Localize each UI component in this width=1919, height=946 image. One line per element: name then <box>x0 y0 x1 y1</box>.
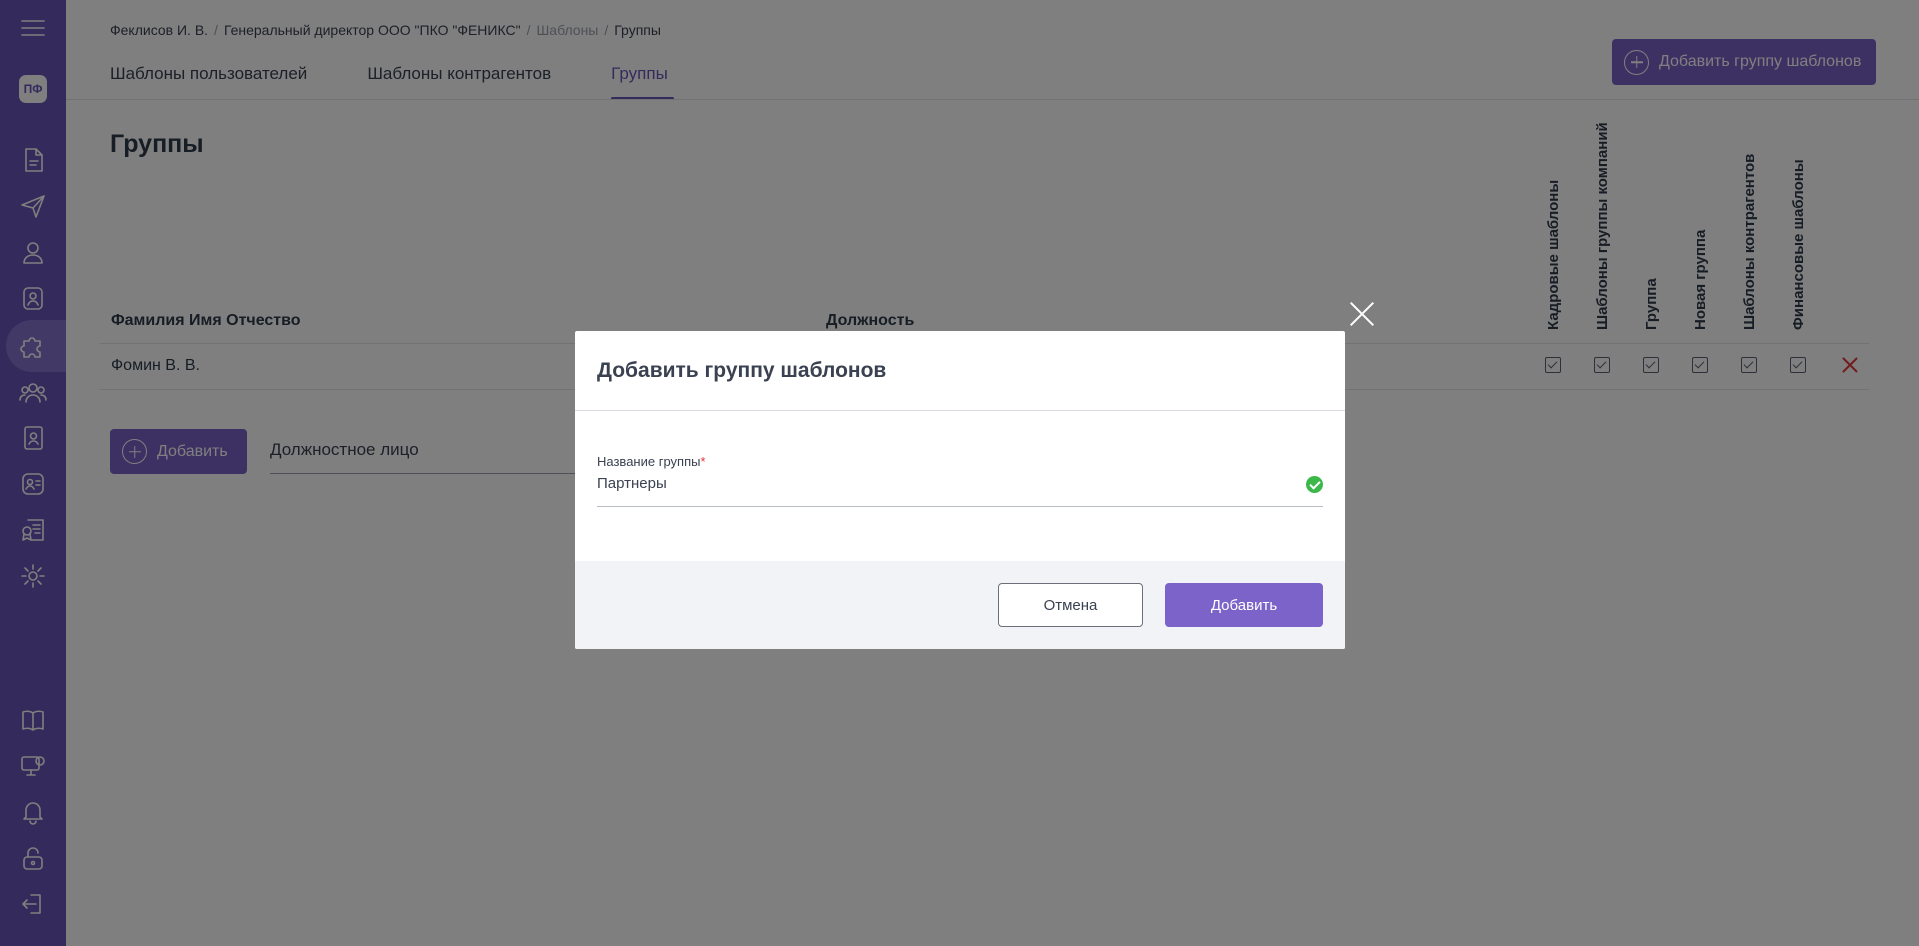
check-circle-icon <box>1306 476 1323 493</box>
dialog-divider <box>575 410 1345 411</box>
group-name-label: Название группы* <box>597 454 706 469</box>
dialog-title: Добавить группу шаблонов <box>597 359 887 382</box>
group-name-input[interactable]: Партнеры <box>597 475 667 492</box>
add-template-group-dialog: Добавить группу шаблонов Название группы… <box>575 331 1345 649</box>
cancel-button[interactable]: Отмена <box>998 583 1143 627</box>
close-icon[interactable] <box>1350 302 1374 326</box>
group-name-underline <box>597 506 1323 507</box>
confirm-add-button[interactable]: Добавить <box>1165 583 1323 627</box>
required-mark: * <box>700 454 706 469</box>
